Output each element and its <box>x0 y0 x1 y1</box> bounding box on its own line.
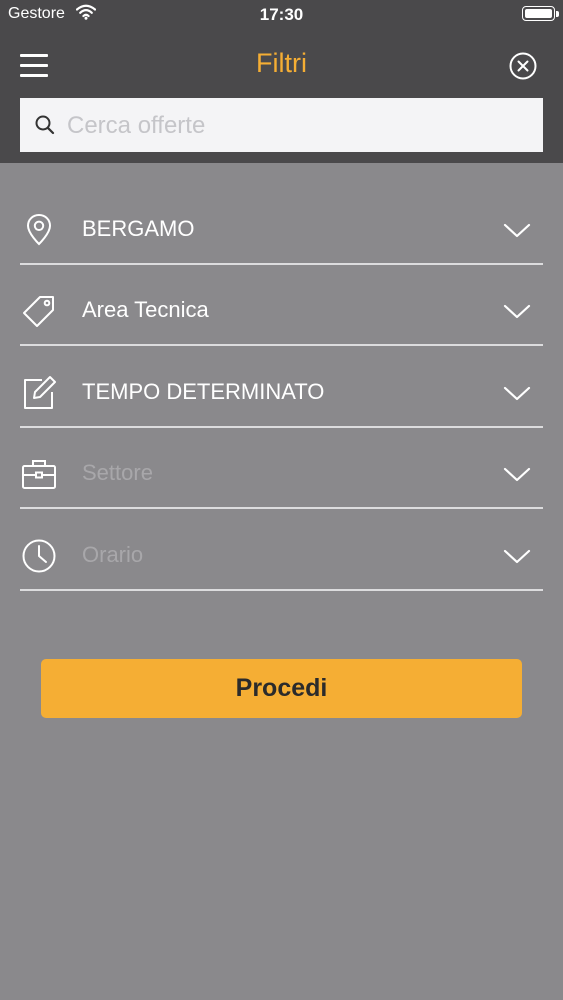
search-input[interactable] <box>65 98 539 154</box>
location-pin-icon <box>26 213 52 246</box>
tag-icon <box>23 296 54 327</box>
search-bar <box>20 98 543 154</box>
briefcase-icon <box>22 460 56 489</box>
chevron-down-icon <box>503 304 531 319</box>
clock-time: 17:30 <box>259 5 304 24</box>
filter-sector-label: Settore <box>82 460 153 485</box>
chevron-down-icon <box>503 549 531 564</box>
filter-area[interactable]: Area Tecnica <box>20 280 543 346</box>
battery-icon <box>522 6 559 21</box>
clock-icon <box>22 539 56 573</box>
chevron-down-icon <box>503 223 531 238</box>
edit-icon <box>24 376 56 409</box>
filter-contract-label: TEMPO DETERMINATO <box>82 379 325 404</box>
proceed-button[interactable]: Procedi <box>41 659 522 718</box>
close-button[interactable] <box>508 51 538 81</box>
filter-area-label: Area Tecnica <box>82 297 209 322</box>
chevron-down-icon <box>503 386 531 401</box>
filter-location-label: BERGAMO <box>82 216 195 241</box>
search-icon <box>35 115 55 135</box>
page-title: Filtri <box>256 48 307 78</box>
status-bar: Gestore 17:30 <box>0 0 563 30</box>
close-circle-icon <box>509 52 537 80</box>
chevron-down-icon <box>503 467 531 482</box>
filter-schedule[interactable]: Orario <box>20 525 543 591</box>
filter-sector[interactable]: Settore <box>20 443 543 509</box>
top-bar: Gestore 17:30 Filtri <box>0 0 563 163</box>
filter-schedule-label: Orario <box>82 542 144 567</box>
filter-contract[interactable]: TEMPO DETERMINATO <box>20 362 543 428</box>
filter-location[interactable]: BERGAMO <box>20 199 543 265</box>
